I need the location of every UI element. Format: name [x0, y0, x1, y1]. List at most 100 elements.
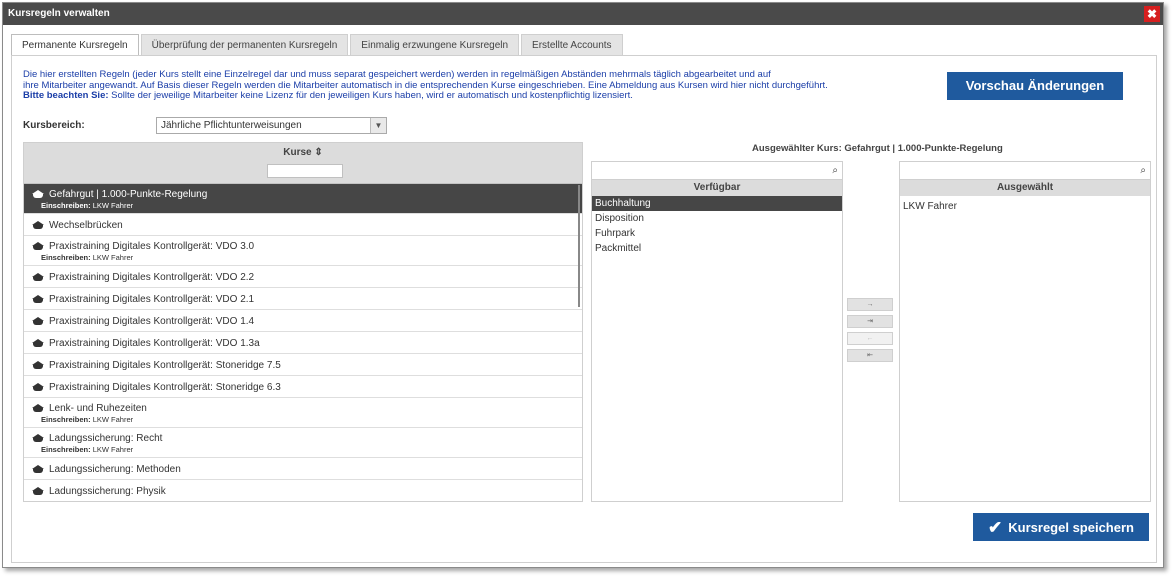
course-item[interactable]: Ladungssicherung: Recht Einschreiben: LKW… [24, 428, 582, 458]
dialog-window: Kursregeln verwalten ✖ Permanente Kursre… [2, 2, 1164, 568]
course-item[interactable]: Lenk- und Ruhezeiten Einschreiben: LKW Fa… [24, 398, 582, 428]
course-column-header[interactable]: Kurse ⇕ [24, 147, 582, 158]
dialog-title: Kursregeln verwalten [3, 3, 1163, 25]
graduation-cap-icon [32, 338, 45, 348]
tab-bar: Permanente Kursregeln Überprüfung der pe… [11, 34, 625, 55]
course-item[interactable]: Praxistraining Digitales Kontrollgerät: … [24, 236, 582, 266]
info-note-text: Sollte der jeweilige Mitarbeiter keine L… [108, 90, 633, 101]
info-text: Die hier erstellten Regeln (jeder Kurs s… [23, 69, 843, 102]
course-name: Wechselbrücken [49, 219, 123, 231]
chosen-items: LKW Fahrer [900, 199, 1150, 214]
graduation-cap-icon [32, 433, 45, 443]
chosen-search[interactable]: ⌕ [900, 162, 1150, 180]
available-header: Verfügbar [592, 180, 842, 196]
enroll-label: Einschreiben: [41, 445, 91, 454]
course-name: Praxistraining Digitales Kontrollgerät: … [49, 315, 255, 327]
available-item[interactable]: Buchhaltung [592, 196, 842, 211]
course-item[interactable]: Praxistraining Digitales Kontrollgerät: … [24, 266, 582, 288]
move-right-button[interactable]: → [847, 298, 893, 311]
save-rule-button[interactable]: ✔ Kursregel speichern [973, 513, 1149, 541]
preview-changes-button[interactable]: Vorschau Änderungen [947, 72, 1123, 100]
course-item[interactable]: Ladungssicherung: Methoden [24, 458, 582, 480]
course-item-line: Praxistraining Digitales Kontrollgerät: … [32, 359, 582, 371]
enroll-label: Einschreiben: [41, 415, 91, 424]
graduation-cap-icon [32, 220, 45, 230]
kursbereich-value: Jährliche Pflichtunterweisungen [161, 120, 302, 131]
enroll-label: Einschreiben: [41, 253, 91, 262]
course-enroll-info: Einschreiben: LKW Fahrer [41, 445, 582, 454]
course-item-line: Praxistraining Digitales Kontrollgerät: … [32, 315, 582, 327]
course-item[interactable]: Ladungssicherung: Physik [24, 480, 582, 501]
graduation-cap-icon [32, 360, 45, 370]
available-list: ⌕ Verfügbar Buchhaltung Disposition Fuhrpa… [591, 161, 843, 502]
course-item[interactable]: Gefahrgut | 1.000-Punkte-Regelung Einschr… [24, 184, 582, 214]
course-name: Praxistraining Digitales Kontrollgerät: … [49, 240, 255, 252]
available-item[interactable]: Disposition [592, 211, 842, 226]
chosen-item[interactable]: LKW Fahrer [900, 199, 1150, 214]
course-item[interactable]: Praxistraining Digitales Kontrollgerät: … [24, 376, 582, 398]
enroll-value: LKW Fahrer [92, 445, 134, 454]
course-name: Ladungssicherung: Recht [49, 432, 163, 444]
move-left-button[interactable]: ← [847, 332, 893, 345]
course-list-panel: Kurse ⇕ Gefahrgut | 1.000-Punkte-Regelun… [23, 142, 583, 502]
course-item[interactable]: Wechselbrücken [24, 214, 582, 236]
course-list: Gefahrgut | 1.000-Punkte-Regelung Einschr… [24, 184, 582, 501]
available-item[interactable]: Packmittel [592, 241, 842, 256]
course-item-line: Ladungssicherung: Physik [32, 485, 582, 497]
course-name: Praxistraining Digitales Kontrollgerät: … [49, 381, 281, 393]
tab-ueberpruefung[interactable]: Überprüfung der permanenten Kursregeln [140, 34, 349, 55]
graduation-cap-icon [32, 382, 45, 392]
course-filter-input[interactable] [267, 164, 343, 178]
tab-erstellte-accounts[interactable]: Erstellte Accounts [521, 34, 623, 55]
course-item[interactable]: Praxistraining Digitales Kontrollgerät: … [24, 354, 582, 376]
course-name: Praxistraining Digitales Kontrollgerät: … [49, 271, 255, 283]
dropdown-arrow-icon: ▼ [370, 118, 386, 133]
move-all-right-button[interactable]: ⇥ [847, 315, 893, 328]
move-all-left-button[interactable]: ⇤ [847, 349, 893, 362]
tab-permanente-kursregeln[interactable]: Permanente Kursregeln [11, 34, 139, 55]
course-item-line: Gefahrgut | 1.000-Punkte-Regelung [32, 188, 582, 200]
course-item-line: Praxistraining Digitales Kontrollgerät: … [32, 293, 582, 305]
course-item-line: Wechselbrücken [32, 219, 582, 231]
enroll-label: Einschreiben: [41, 201, 91, 210]
search-icon[interactable]: ⌕ [832, 165, 838, 176]
graduation-cap-icon [32, 272, 45, 282]
course-enroll-info: Einschreiben: LKW Fahrer [41, 201, 582, 210]
course-item-line: Praxistraining Digitales Kontrollgerät: … [32, 337, 582, 349]
available-items: Buchhaltung Disposition Fuhrpark Packmittel [592, 196, 842, 256]
save-rule-label: Kursregel speichern [1008, 520, 1134, 535]
graduation-cap-icon [32, 486, 45, 496]
close-button[interactable]: ✖ [1144, 6, 1160, 22]
course-item-line: Ladungssicherung: Methoden [32, 463, 582, 475]
search-icon[interactable]: ⌕ [1140, 165, 1146, 176]
course-item[interactable]: Praxistraining Digitales Kontrollgerät: … [24, 332, 582, 354]
graduation-cap-icon [32, 316, 45, 326]
course-name: Praxistraining Digitales Kontrollgerät: … [49, 359, 281, 371]
enroll-value: LKW Fahrer [92, 415, 134, 424]
tab-einmalig-erzwungen[interactable]: Einmalig erzwungene Kursregeln [350, 34, 520, 55]
kursbereich-label: Kursbereich: [23, 120, 85, 131]
available-search[interactable]: ⌕ [592, 162, 842, 180]
available-item[interactable]: Fuhrpark [592, 226, 842, 241]
enroll-value: LKW Fahrer [92, 253, 134, 262]
selected-course-label: Ausgewählter Kurs: Gefahrgut | 1.000-Pun… [752, 143, 1003, 154]
kursbereich-select[interactable]: Jährliche Pflichtunterweisungen ▼ [156, 117, 387, 134]
course-list-scrollbar[interactable] [578, 185, 580, 307]
course-item[interactable]: Praxistraining Digitales Kontrollgerät: … [24, 310, 582, 332]
graduation-cap-icon [32, 241, 45, 251]
course-item-line: Praxistraining Digitales Kontrollgerät: … [32, 271, 582, 283]
chosen-header: Ausgewählt [900, 180, 1150, 196]
graduation-cap-icon [32, 464, 45, 474]
chosen-list: ⌕ Ausgewählt LKW Fahrer [899, 161, 1151, 502]
course-item[interactable]: Praxistraining Digitales Kontrollgerät: … [24, 288, 582, 310]
move-buttons: → ⇥ ← ⇤ [847, 298, 893, 366]
course-name: Gefahrgut | 1.000-Punkte-Regelung [49, 188, 208, 200]
course-item-line: Praxistraining Digitales Kontrollgerät: … [32, 240, 582, 252]
info-note-label: Bitte beachten Sie: [23, 90, 109, 101]
course-item-line: Lenk- und Ruhezeiten [32, 402, 582, 414]
course-enroll-info: Einschreiben: LKW Fahrer [41, 415, 582, 424]
course-item-line: Praxistraining Digitales Kontrollgerät: … [32, 381, 582, 393]
course-item-line: Ladungssicherung: Recht [32, 432, 582, 444]
course-list-header: Kurse ⇕ [24, 143, 582, 184]
course-name: Ladungssicherung: Physik [49, 485, 166, 497]
